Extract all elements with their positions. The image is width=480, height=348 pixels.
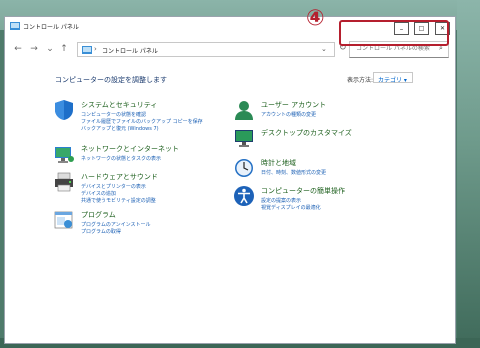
search-highlight-annotation [339,20,449,46]
user-icon [235,101,253,120]
category-title[interactable]: コンピューターの簡単操作 [261,186,345,196]
printer-icon [55,172,73,192]
category-user-accounts: ユーザー アカウント アカウントの種類の変更 [233,99,433,123]
back-icon[interactable]: ← [13,44,23,54]
accessibility-icon [234,186,254,206]
chevron-down-icon[interactable]: ⌄ [321,45,327,53]
category-link[interactable]: アカウントの種類の変更 [261,111,316,118]
clock-icon [235,159,253,177]
category-desktop-customization: デスクトップのカスタマイズ [233,127,433,149]
category-title[interactable]: ネットワークとインターネット [81,144,179,154]
category-link[interactable]: 共通で使うモビリティ設定の調整 [81,197,156,204]
category-title[interactable]: ユーザー アカウント [261,100,326,110]
recent-locations-icon[interactable]: ⌄ [45,44,55,54]
step-number-annotation: ④ [306,6,325,31]
category-link[interactable]: プログラムのアンインストール [81,221,151,228]
control-panel-icon [82,46,92,54]
forward-icon[interactable]: → [29,44,39,54]
control-panel-icon [10,22,20,30]
shield-icon [55,100,73,120]
page-title: コンピューターの設定を調整します [55,76,167,84]
category-link[interactable]: コンピューターの状態を確認 [81,111,146,118]
category-programs: プログラム プログラムのアンインストール プログラムの取得 [53,209,233,241]
up-icon[interactable]: ↑ [59,44,69,54]
breadcrumb[interactable]: コントロール パネル [102,46,158,55]
programs-icon [54,211,73,229]
category-link[interactable]: 日付、時刻、数値形式の変更 [261,169,326,176]
category-link[interactable]: デバイスとプリンターの表示 [81,183,146,190]
category-title[interactable]: システムとセキュリティ [81,100,157,110]
control-panel-window: コントロール パネル – □ ✕ ← → ⌄ ↑ › コントロール パネル ⌄ … [4,16,456,344]
desktop-icon [235,130,253,147]
category-title[interactable]: 時計と地域 [261,158,296,168]
category-network-internet: ネットワークとインターネット ネットワークの状態とタスクの表示 [53,143,233,169]
network-icon [55,147,74,163]
category-link[interactable]: ファイル履歴でファイルのバックアップ コピーを保存 [81,118,203,125]
category-link[interactable]: 視覚ディスプレイの最適化 [261,204,321,211]
category-title[interactable]: デスクトップのカスタマイズ [261,128,352,138]
category-hardware-sound: ハードウェアとサウンド デバイスとプリンターの表示 デバイスの追加 共通で使うモ… [53,171,233,211]
breadcrumb-separator-icon: › [94,45,97,53]
search-input[interactable] [356,45,434,52]
view-by-label: 表示方法: [347,77,374,84]
category-link[interactable]: デバイスの追加 [81,190,116,197]
view-by-dropdown[interactable]: カテゴリ ▾ [373,72,413,84]
address-bar[interactable]: › コントロール パネル ⌄ [77,42,335,57]
category-ease-of-access: コンピューターの簡単操作 設定の提案の表示 視覚ディスプレイの最適化 [233,185,433,217]
window-title: コントロール パネル [23,24,79,31]
category-link[interactable]: バックアップと復元 (Windows 7) [81,125,159,132]
category-link[interactable]: プログラムの取得 [81,228,121,235]
category-title[interactable]: プログラム [81,210,116,220]
category-system-security: システムとセキュリティ コンピューターの状態を確認 ファイル履歴でファイルのバッ… [53,99,233,139]
desktop-background-right [457,0,480,348]
category-link[interactable]: ネットワークの状態とタスクの表示 [81,155,161,162]
category-link[interactable]: 設定の提案の表示 [261,197,301,204]
category-clock-region: 時計と地域 日付、時刻、数値形式の変更 [233,157,433,183]
category-title[interactable]: ハードウェアとサウンド [81,172,158,182]
